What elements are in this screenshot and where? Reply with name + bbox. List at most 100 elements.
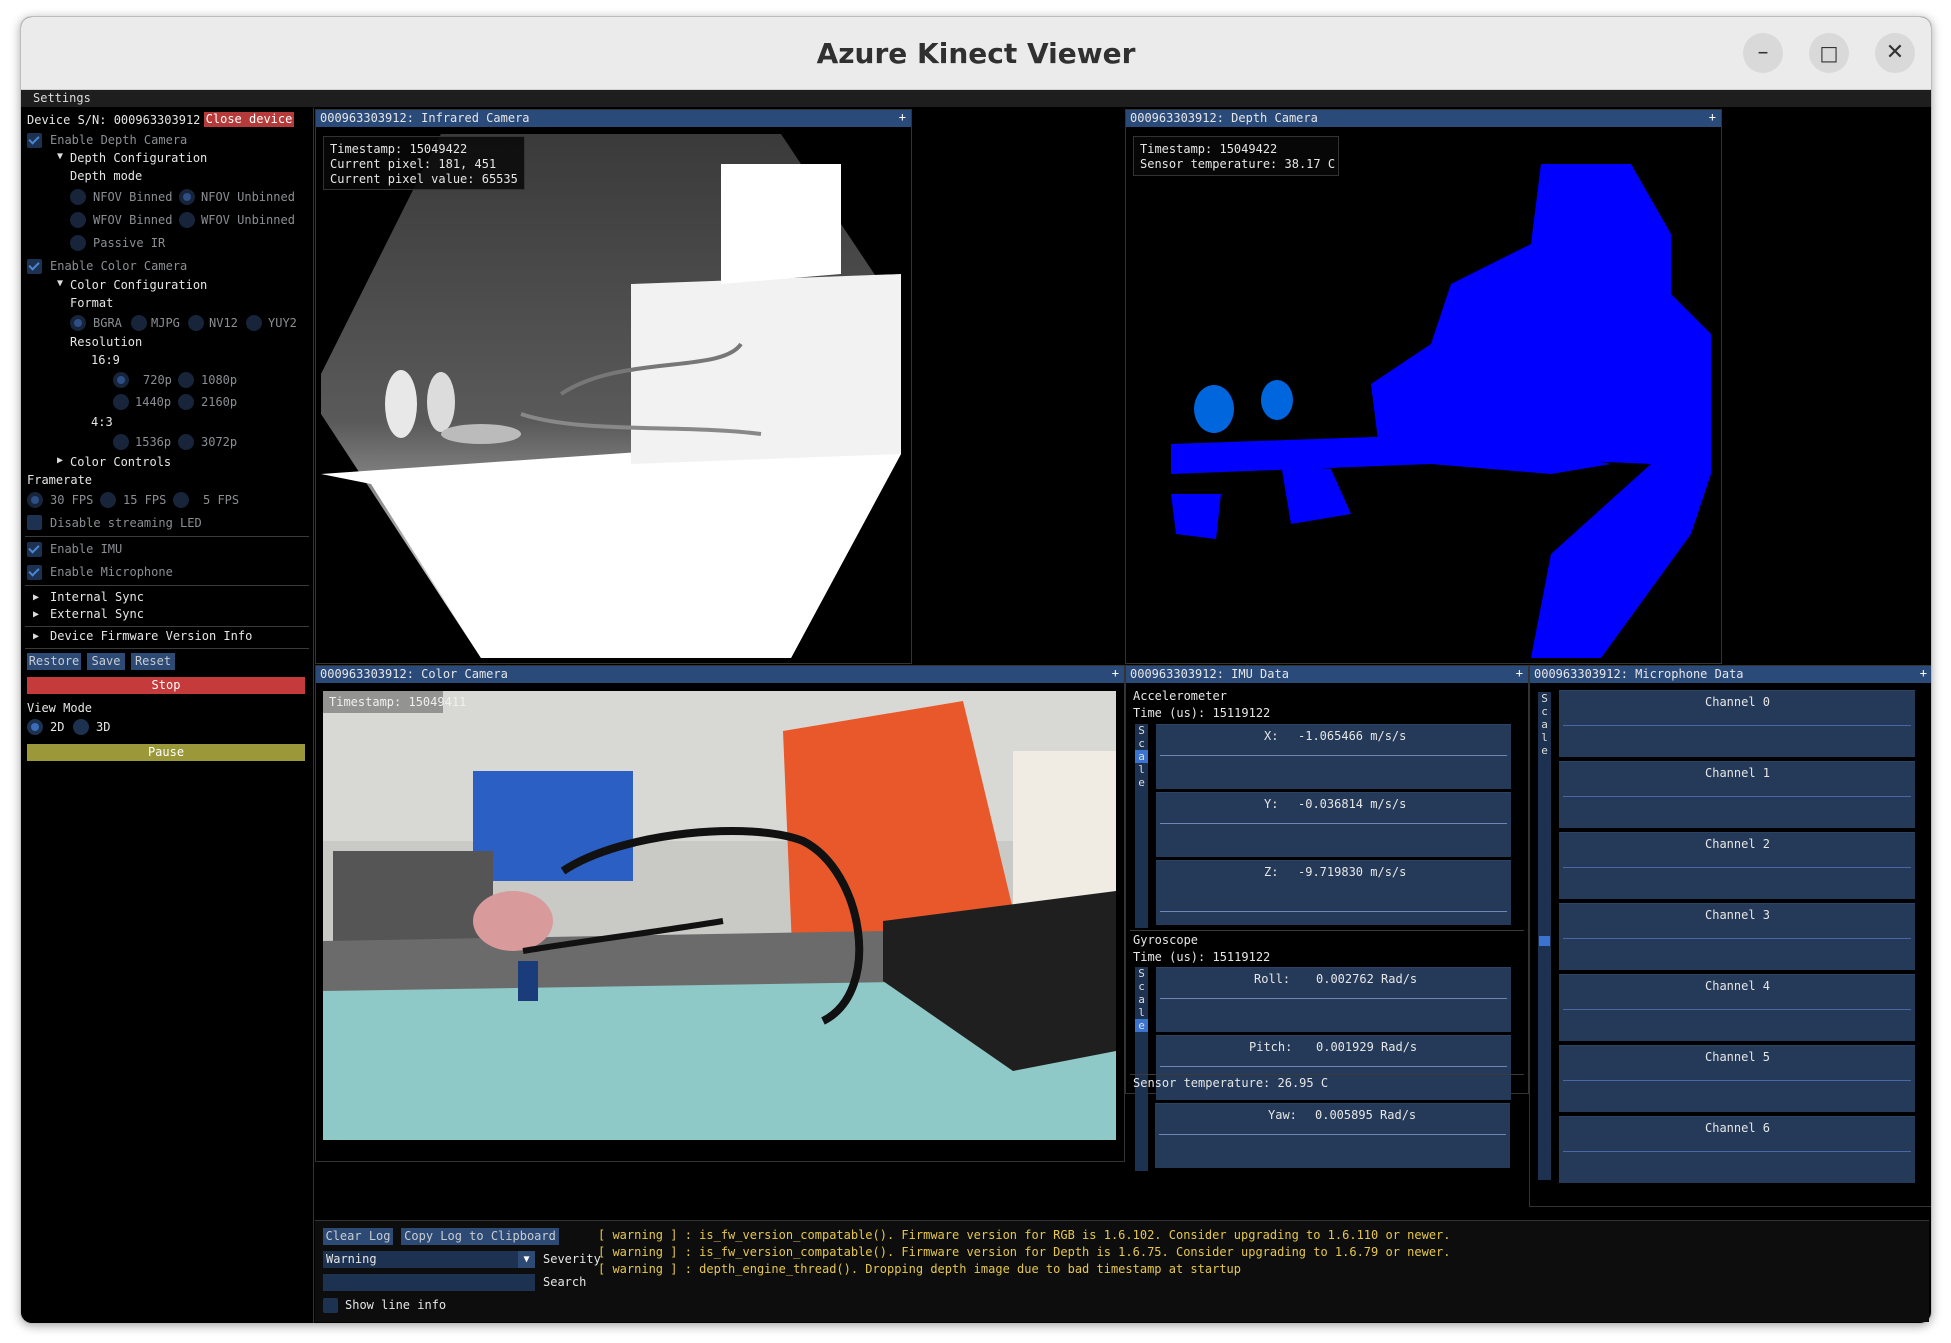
radio-label: WFOV Unbinned	[201, 213, 295, 227]
scale-letter: S	[1138, 967, 1145, 980]
maximize-icon[interactable]: □	[1809, 33, 1849, 73]
enable-imu-checkbox[interactable]	[27, 542, 42, 557]
radio-passive-ir[interactable]	[70, 235, 86, 251]
radio-yuy2[interactable]	[246, 315, 262, 331]
color-config-header[interactable]: Color Configuration	[70, 278, 207, 292]
radio-wfov-unbinned[interactable]	[179, 212, 195, 228]
scale-letter: a	[1541, 718, 1548, 731]
pause-button[interactable]: Pause	[27, 744, 305, 761]
framerate-label: Framerate	[27, 473, 93, 487]
panel-title-bar[interactable]: 000963303912: Depth Camera +	[1126, 110, 1721, 127]
chevron-right-icon[interactable]: ▶	[57, 455, 63, 466]
radio-2d[interactable]	[27, 719, 43, 735]
clear-log-button[interactable]: Clear Log	[323, 1228, 393, 1245]
search-input[interactable]	[323, 1274, 535, 1291]
plus-icon[interactable]: +	[1709, 110, 1716, 124]
plus-icon[interactable]: +	[1516, 666, 1523, 680]
plot-line	[1563, 867, 1911, 868]
radio-mjpg[interactable]	[131, 315, 147, 331]
radio-3d[interactable]	[73, 719, 89, 735]
radio-nfov-binned[interactable]	[70, 189, 86, 205]
accel-scale-slider[interactable]: S c a l e	[1135, 724, 1148, 928]
axis-value: 0.005895 Rad/s	[1315, 1108, 1417, 1122]
disable-led-checkbox[interactable]	[27, 515, 42, 530]
gyro-yaw-plot: Yaw: 0.005895 Rad/s	[1155, 1103, 1510, 1168]
ratio-16-9-label: 16:9	[91, 353, 120, 367]
firmware-info-header[interactable]: Device Firmware Version Info	[50, 629, 252, 643]
restore-button[interactable]: Restore	[27, 653, 81, 670]
radio-1536p[interactable]	[113, 434, 129, 450]
radio-1440p[interactable]	[113, 394, 129, 410]
accel-z-plot: Z: -9.719830 m/s/s	[1156, 860, 1511, 925]
format-label: Format	[70, 296, 114, 310]
log-panel: Clear Log Copy Log to Clipboard Warning …	[315, 1220, 1929, 1322]
infrared-camera-panel: 000963303912: Infrared Camera + Timestamp…	[315, 109, 912, 664]
mic-channel-plot: Channel 5	[1559, 1045, 1915, 1112]
radio-nfov-unbinned[interactable]	[179, 189, 195, 205]
depth-image	[1131, 134, 1716, 658]
scale-grab[interactable]	[1539, 936, 1550, 946]
plot-line	[1563, 1009, 1911, 1010]
radio-nv12[interactable]	[188, 315, 204, 331]
copy-log-button[interactable]: Copy Log to Clipboard	[401, 1228, 559, 1245]
radio-2160p[interactable]	[178, 394, 194, 410]
plus-icon[interactable]: +	[899, 110, 906, 124]
panel-title: 000963303912: Infrared Camera	[320, 111, 530, 125]
gyro-scale-slider[interactable]: S c a l e	[1135, 967, 1148, 1171]
divider	[25, 626, 309, 627]
reset-button[interactable]: Reset	[131, 653, 175, 670]
scale-letter: e	[1138, 776, 1145, 789]
enable-color-label: Enable Color Camera	[50, 259, 188, 273]
external-sync-header[interactable]: External Sync	[50, 607, 144, 621]
chevron-down-icon[interactable]: ▼	[518, 1251, 535, 1268]
plot-line	[1563, 796, 1911, 797]
gyro-pitch-plot: Pitch: 0.001929 Rad/s	[1156, 1035, 1511, 1100]
plus-icon[interactable]: +	[1112, 666, 1119, 680]
radio-720p[interactable]	[113, 372, 129, 388]
mic-channel-plot: Channel 1	[1559, 761, 1915, 828]
chevron-down-icon[interactable]: ▼	[57, 151, 63, 162]
enable-imu-label: Enable IMU	[50, 542, 123, 556]
panel-title: 000963303912: Microphone Data	[1534, 667, 1744, 681]
mic-scale-slider[interactable]: S c a l e	[1538, 692, 1551, 1180]
depth-sensor-temperature: Sensor temperature: 38.17 C	[1140, 157, 1336, 171]
log-line: [ warning ] : is_fw_version_compatable()…	[598, 1228, 1451, 1242]
infrared-image	[321, 134, 906, 658]
plot-line	[1160, 998, 1507, 999]
internal-sync-header[interactable]: Internal Sync	[50, 590, 144, 604]
scale-letter: e	[1541, 744, 1548, 757]
radio-15fps[interactable]	[100, 492, 116, 508]
close-icon[interactable]: ✕	[1875, 33, 1915, 73]
radio-1080p[interactable]	[178, 372, 194, 388]
radio-30fps[interactable]	[27, 492, 43, 508]
enable-color-checkbox[interactable]	[27, 259, 42, 274]
radio-3072p[interactable]	[178, 434, 194, 450]
panel-title-bar[interactable]: 000963303912: Microphone Data +	[1530, 666, 1931, 683]
axis-value: -1.065466 m/s/s	[1298, 729, 1407, 743]
chevron-down-icon[interactable]: ▼	[57, 278, 63, 289]
chevron-right-icon[interactable]: ▶	[33, 609, 39, 620]
enable-depth-checkbox[interactable]	[27, 133, 42, 148]
close-device-button[interactable]: Close device	[204, 112, 294, 127]
scale-letter: c	[1138, 737, 1145, 750]
show-line-info-checkbox[interactable]	[323, 1298, 338, 1313]
radio-bgra[interactable]	[70, 315, 86, 331]
severity-dropdown[interactable]: Warning ▼	[323, 1251, 535, 1268]
radio-label: 30 FPS	[50, 493, 94, 507]
minimize-icon[interactable]: –	[1743, 33, 1783, 73]
panel-title-bar[interactable]: 000963303912: Color Camera +	[316, 666, 1124, 683]
panel-title-bar[interactable]: 000963303912: Infrared Camera +	[316, 110, 911, 127]
enable-mic-checkbox[interactable]	[27, 565, 42, 580]
radio-wfov-binned[interactable]	[70, 212, 86, 228]
color-controls-header[interactable]: Color Controls	[70, 455, 171, 469]
radio-5fps[interactable]	[173, 492, 189, 508]
stop-button[interactable]: Stop	[27, 677, 305, 694]
chevron-right-icon[interactable]: ▶	[33, 631, 39, 642]
depth-config-header[interactable]: Depth Configuration	[70, 151, 207, 165]
menu-settings[interactable]: Settings	[33, 91, 91, 105]
plus-icon[interactable]: +	[1920, 666, 1927, 680]
panel-title-bar[interactable]: 000963303912: IMU Data +	[1126, 666, 1528, 683]
chevron-right-icon[interactable]: ▶	[33, 592, 39, 603]
save-button[interactable]: Save	[87, 653, 125, 670]
radio-label: NV12	[209, 316, 238, 330]
